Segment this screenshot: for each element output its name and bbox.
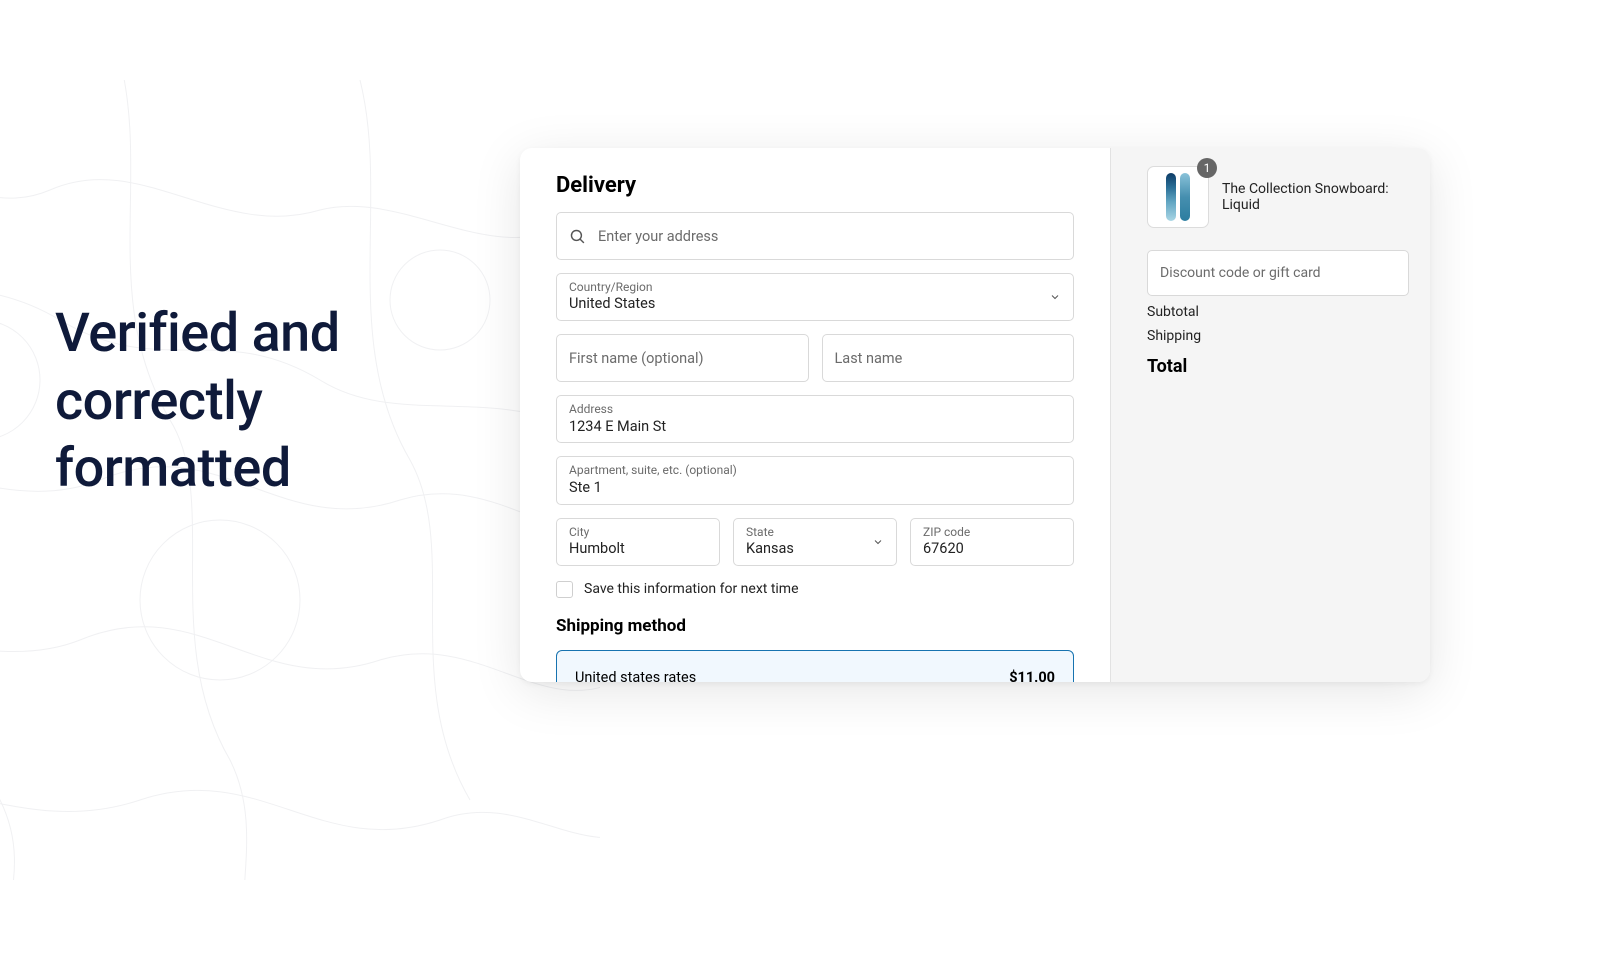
marketing-headline: Verified and correctly formatted bbox=[55, 300, 475, 503]
first-name-placeholder: First name (optional) bbox=[569, 350, 704, 367]
address-search-placeholder: Enter your address bbox=[598, 228, 718, 245]
discount-placeholder: Discount code or gift card bbox=[1160, 265, 1321, 281]
shipping-option[interactable]: United states rates $11.00 bbox=[556, 650, 1074, 682]
city-label: City bbox=[569, 525, 707, 539]
search-icon bbox=[569, 228, 586, 245]
address-label: Address bbox=[569, 402, 1061, 416]
zip-label: ZIP code bbox=[923, 525, 1061, 539]
shipping-label: Shipping bbox=[1147, 328, 1201, 344]
country-label: Country/Region bbox=[569, 280, 1061, 294]
first-name-input[interactable]: First name (optional) bbox=[556, 334, 809, 382]
state-select[interactable]: State Kansas bbox=[733, 518, 897, 566]
discount-code-input[interactable]: Discount code or gift card bbox=[1147, 250, 1409, 296]
shipping-option-price: $11.00 bbox=[1009, 669, 1055, 682]
chevron-down-icon bbox=[872, 536, 884, 548]
subtotal-row: Subtotal bbox=[1147, 304, 1430, 320]
city-value: Humbolt bbox=[569, 540, 707, 559]
shipping-row: Shipping bbox=[1147, 328, 1430, 344]
chevron-down-icon bbox=[1049, 291, 1061, 303]
country-value: United States bbox=[569, 295, 1061, 314]
apartment-value: Ste 1 bbox=[569, 479, 1061, 498]
subtotal-label: Subtotal bbox=[1147, 304, 1199, 320]
delivery-column: Delivery Enter your address Country/Regi… bbox=[520, 148, 1110, 682]
state-label: State bbox=[746, 525, 884, 539]
country-select[interactable]: Country/Region United States bbox=[556, 273, 1074, 321]
cart-item: 1 The Collection Snowboard: Liquid bbox=[1147, 166, 1430, 228]
address-value: 1234 E Main St bbox=[569, 418, 1061, 437]
city-input[interactable]: City Humbolt bbox=[556, 518, 720, 566]
last-name-input[interactable]: Last name bbox=[822, 334, 1075, 382]
last-name-placeholder: Last name bbox=[835, 350, 903, 367]
save-info-label: Save this information for next time bbox=[584, 581, 799, 597]
address-search-input[interactable]: Enter your address bbox=[556, 212, 1074, 260]
total-row: Total bbox=[1147, 356, 1430, 377]
delivery-heading: Delivery bbox=[556, 173, 1074, 198]
checkout-card: Delivery Enter your address Country/Regi… bbox=[520, 148, 1430, 682]
zip-value: 67620 bbox=[923, 540, 1061, 559]
save-info-checkbox[interactable] bbox=[556, 581, 573, 598]
snowboard-icon bbox=[1180, 173, 1190, 221]
address-input[interactable]: Address 1234 E Main St bbox=[556, 395, 1074, 443]
total-label: Total bbox=[1147, 356, 1187, 377]
order-summary-column: 1 The Collection Snowboard: Liquid Disco… bbox=[1110, 148, 1430, 682]
state-value: Kansas bbox=[746, 540, 884, 559]
apartment-input[interactable]: Apartment, suite, etc. (optional) Ste 1 bbox=[556, 456, 1074, 504]
cart-item-name: The Collection Snowboard: Liquid bbox=[1222, 181, 1430, 213]
snowboard-icon bbox=[1166, 173, 1176, 221]
shipping-option-label: United states rates bbox=[575, 669, 696, 682]
apartment-label: Apartment, suite, etc. (optional) bbox=[569, 463, 1061, 477]
zip-input[interactable]: ZIP code 67620 bbox=[910, 518, 1074, 566]
quantity-badge: 1 bbox=[1197, 158, 1217, 178]
save-info-checkbox-row: Save this information for next time bbox=[556, 581, 1074, 598]
shipping-method-heading: Shipping method bbox=[556, 616, 1074, 636]
